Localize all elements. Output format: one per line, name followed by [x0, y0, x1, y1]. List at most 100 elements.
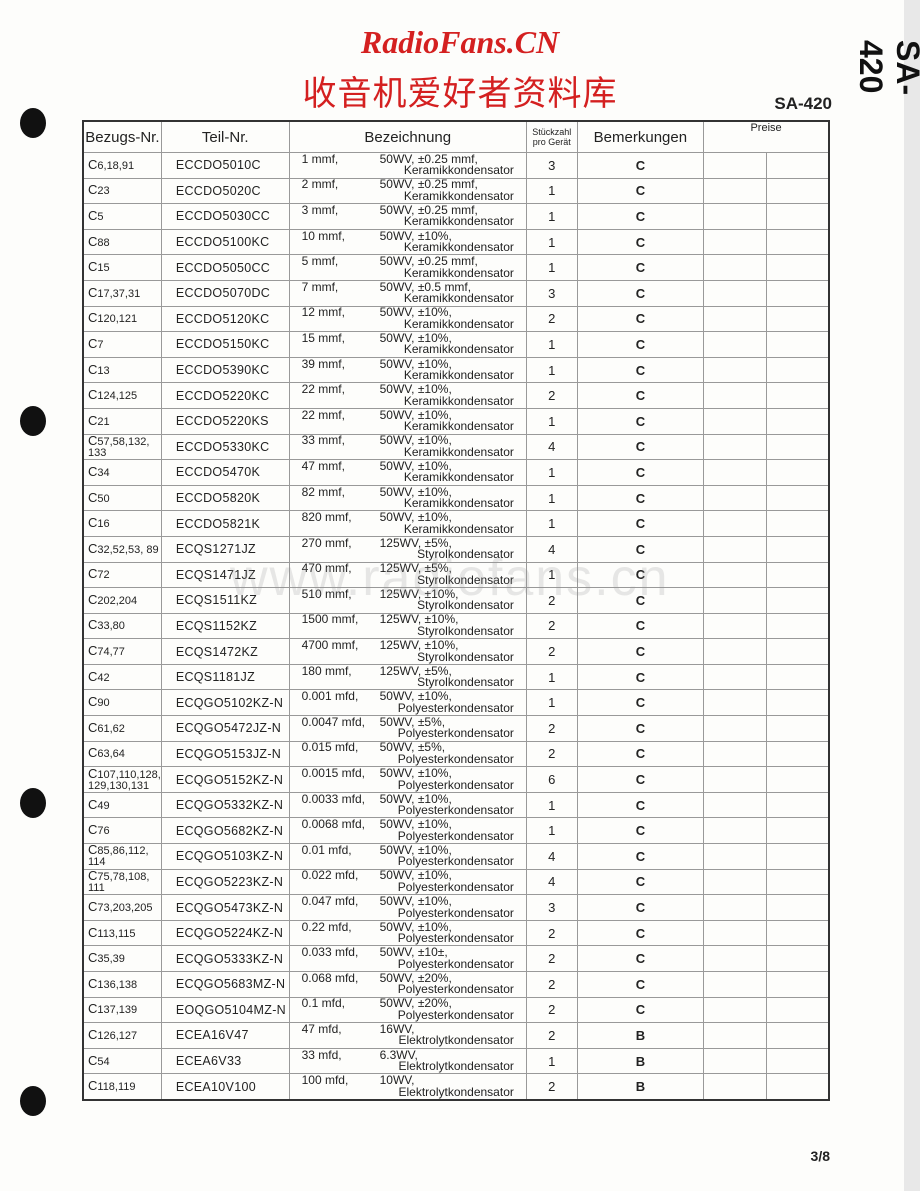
- table-row: C15 ECCDO5050CC 5 mmf, 50WV, ±0.25 mmf, Kera…: [82, 254, 830, 281]
- description-cell: 0.022 mfd, 50WV, ±10%, Polyesterkondensato…: [288, 868, 527, 896]
- part-number: ECCDO5821K: [160, 510, 290, 537]
- ref-cell: C49: [82, 791, 162, 819]
- part-number: ECQGO5152KZ-N: [160, 766, 290, 793]
- ref-numbers: 124,125: [97, 390, 138, 403]
- ref-numbers: 21: [97, 415, 110, 428]
- price-cell: [766, 663, 830, 691]
- ref-numbers: 118,119: [97, 1081, 136, 1094]
- remark: C: [576, 152, 705, 179]
- remark: C: [576, 945, 705, 972]
- part-number: ECQGO5333KZ-N: [160, 945, 290, 972]
- quantity: 1: [525, 331, 578, 358]
- ref-prefix: C: [88, 975, 98, 991]
- quantity: 1: [525, 407, 578, 435]
- price-cell: [703, 356, 768, 384]
- desc-type: Polyesterkondensator: [397, 931, 514, 946]
- part-number: ECCDO5820K: [160, 484, 290, 512]
- desc-type: Keramikkondensator: [403, 496, 514, 511]
- ref-numbers: 54: [97, 1055, 110, 1068]
- description-cell: 0.0047 mfd, 50WV, ±5%, Polyesterkondensato…: [288, 714, 527, 742]
- quantity: 2: [525, 996, 578, 1024]
- ref-numbers: 63,64: [97, 748, 125, 761]
- model-number: SA-420: [774, 94, 832, 113]
- description-cell: 1500 mmf, 125WV, ±10%, Styrolkondensator: [288, 612, 527, 640]
- description-cell: 47 mfd, 16WV, Elektrolytkondensator: [288, 1022, 527, 1049]
- price-cell: [766, 868, 830, 896]
- desc-type: Polyesterkondensator: [397, 803, 514, 818]
- ref-prefix: C: [88, 233, 98, 249]
- price-cell: [703, 945, 768, 972]
- part-number: ECCDO5020C: [160, 177, 290, 205]
- desc-type: Elektrolytkondensator: [398, 1084, 514, 1099]
- table-row: C120,121 ECCDO5120KC 12 mmf, 50WV, ±10%, Ker…: [82, 305, 830, 333]
- price-cell: [703, 1047, 768, 1075]
- desc-value: 0.0047 mfd,: [301, 714, 365, 729]
- remark: C: [576, 843, 705, 870]
- ref-cell: C90: [82, 689, 162, 717]
- quantity: 1: [525, 689, 578, 717]
- quantity: 4: [525, 433, 578, 461]
- remark: C: [576, 305, 705, 333]
- price-cell: [703, 279, 768, 307]
- header-ref: Bezugs-Nr.: [82, 120, 162, 153]
- remark: C: [576, 996, 705, 1024]
- part-number: ECQGO5103KZ-N: [160, 843, 290, 870]
- ref-prefix: C: [88, 745, 98, 761]
- remark: C: [576, 766, 705, 793]
- desc-value: 39 mmf,: [301, 356, 345, 371]
- desc-value: 0.015 mfd,: [301, 740, 359, 755]
- description-cell: 33 mmf, 50WV, ±10%, Keramikkondensator: [288, 433, 527, 461]
- description-cell: 180 mmf, 125WV, ±5%, Styrolkondensator: [288, 663, 527, 691]
- desc-type: Polyesterkondensator: [397, 905, 514, 920]
- description-cell: 47 mmf, 50WV, ±10%, Keramikkondensator: [288, 459, 527, 486]
- header-qty-line1: Stückzahl: [532, 127, 572, 137]
- page-number: 3/8: [810, 1148, 830, 1164]
- desc-type: Keramikkondensator: [403, 240, 514, 255]
- remark: B: [576, 1047, 705, 1075]
- quantity: 2: [525, 919, 578, 947]
- description-cell: 820 mmf, 50WV, ±10%, Keramikkondensator: [288, 510, 527, 537]
- price-cell: [766, 919, 830, 947]
- desc-value: 0.01 mfd,: [301, 842, 352, 857]
- watermark-url: www.radiofans.cn: [230, 549, 670, 607]
- ref-cell: C126,127: [82, 1022, 162, 1049]
- ref-numbers: 34: [97, 466, 110, 479]
- header-desc: Bezeichnung: [288, 120, 527, 153]
- price-cell: [766, 356, 830, 384]
- ref-numbers: 90: [97, 697, 110, 710]
- remark: C: [576, 279, 705, 307]
- ref-prefix: C: [88, 489, 98, 505]
- desc-value: 0.033 mfd,: [301, 945, 359, 960]
- desc-type: Polyesterkondensator: [397, 777, 514, 792]
- ref-prefix: C: [88, 694, 98, 710]
- quantity: 2: [525, 740, 578, 768]
- table-row: C33,80 ECQS1152KZ 1500 mmf, 125WV, ±10%, Sty…: [82, 612, 830, 640]
- part-number: ECCDO5050CC: [160, 254, 290, 281]
- quantity: 2: [525, 305, 578, 333]
- ref-numbers: 33,80: [97, 620, 125, 633]
- description-cell: 0.047 mfd, 50WV, ±10%, Polyesterkondensato…: [288, 894, 527, 921]
- ref-prefix: C: [88, 950, 98, 966]
- remark: B: [576, 1073, 705, 1101]
- price-cell: [703, 663, 768, 691]
- ref-prefix: C: [88, 432, 98, 448]
- description-cell: 3 mmf, 50WV, ±0.25 mmf, Keramikkondensator: [288, 203, 527, 230]
- part-number: ECEA6V33: [160, 1047, 290, 1075]
- quantity: 3: [525, 279, 578, 307]
- parts-table: Bezugs-Nr. Teil-Nr. Bezeichnung Stückzah…: [82, 120, 830, 1101]
- remark: C: [576, 612, 705, 640]
- price-cell: [766, 817, 830, 845]
- part-number: ECEA16V47: [160, 1022, 290, 1049]
- quantity: 1: [525, 510, 578, 537]
- quantity: 1: [525, 663, 578, 691]
- desc-type: Keramikkondensator: [403, 470, 514, 485]
- quantity: 2: [525, 945, 578, 972]
- ref-prefix: C: [88, 566, 98, 582]
- parts-list-page: SA-420 RadioFans.CN 收音机爱好者资料库 SA-420 Bez…: [0, 0, 920, 1191]
- table-row: C126,127 ECEA16V47 47 mfd, 16WV, Elektrolytk…: [82, 1022, 830, 1049]
- desc-type: Keramikkondensator: [403, 291, 514, 306]
- remark: B: [576, 1022, 705, 1049]
- table-row: C35,39 ECQGO5333KZ-N 0.033 mfd, 50WV, ±10±,…: [82, 945, 830, 972]
- price-cell: [703, 152, 768, 179]
- remark: C: [576, 663, 705, 691]
